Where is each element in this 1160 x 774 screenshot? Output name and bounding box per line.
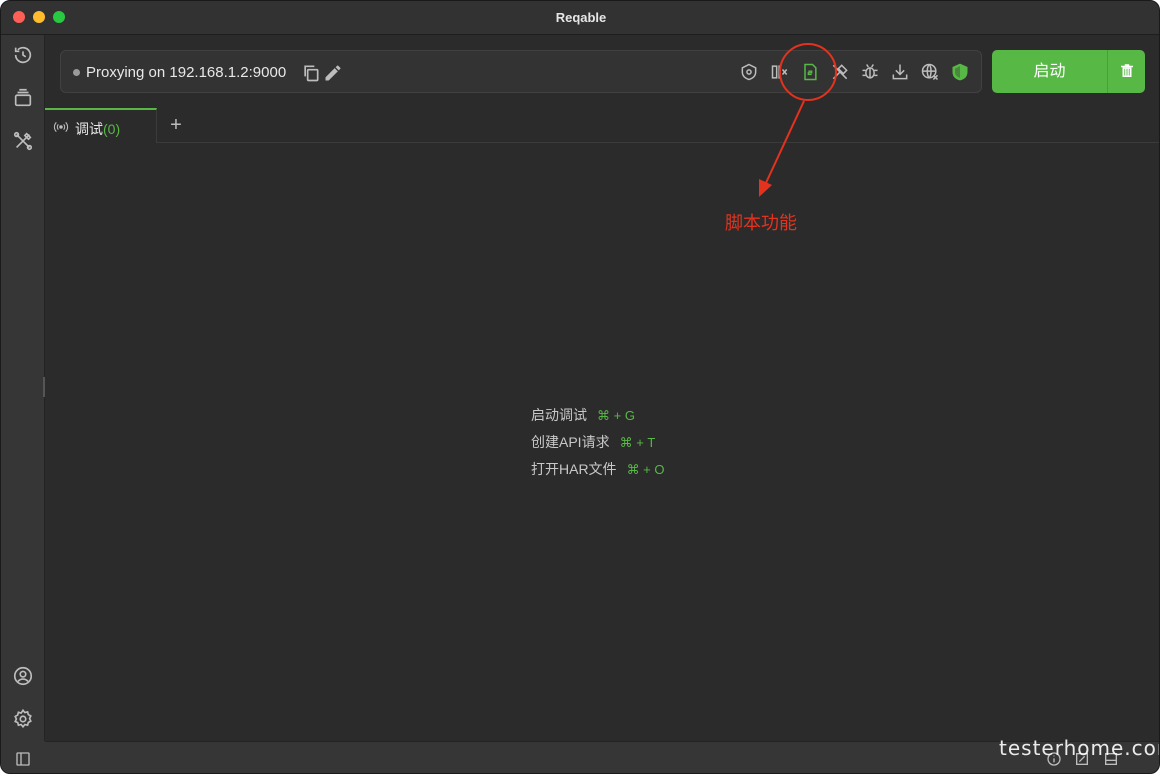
tab-label: 调试(0) [75, 121, 121, 137]
tab-debug[interactable]: 调试(0) [45, 108, 157, 143]
watermark: testerhome.com [999, 736, 1160, 760]
window-title: Reqable [555, 10, 607, 25]
edit-icon[interactable] [323, 63, 341, 81]
proxy-status-text: Proxying on 192.168.1.2:9000 [86, 64, 287, 81]
start-button[interactable]: 启动 [992, 50, 1107, 93]
tab-count: (0) [103, 121, 121, 137]
ssl-proxy-icon[interactable] [739, 62, 759, 82]
main-panel: Proxying on 192.168.1.2:9000 启动 调试(0) + … [45, 35, 1159, 741]
copy-icon[interactable] [301, 63, 319, 82]
download-icon[interactable] [890, 62, 910, 82]
settings-icon[interactable] [12, 708, 34, 730]
add-tab-button[interactable]: + [165, 111, 187, 139]
annotation-circle [779, 43, 837, 101]
shortcut-create-api-request[interactable]: 创建API请求 ⌘ + T [531, 432, 665, 459]
title-bar: Reqable [1, 1, 1159, 35]
annotation-label: 脚本功能 [725, 213, 797, 233]
secure-certificate-icon[interactable] [950, 62, 970, 82]
shortcut-open-har-file[interactable]: 打开HAR文件 ⌘ + O [531, 459, 665, 486]
shortcut-list: 启动调试 ⌘ + G 创建API请求 ⌘ + T 打开HAR文件 ⌘ + O [531, 405, 665, 486]
history-icon[interactable] [12, 44, 34, 66]
app-window: Reqable Proxying on 192.168.1.2:9000 启动 … [0, 0, 1160, 774]
trash-icon [1121, 64, 1133, 77]
sidebar [1, 35, 45, 773]
proxy-status-bar: Proxying on 192.168.1.2:9000 [60, 50, 982, 93]
proxy-status-dot [73, 69, 80, 76]
bottom-left-bar [1, 741, 45, 773]
breakpoint-icon[interactable] [860, 62, 880, 82]
account-icon[interactable] [12, 665, 34, 687]
collections-icon[interactable] [12, 87, 34, 109]
status-bar [45, 741, 1159, 773]
delete-button[interactable] [1107, 50, 1145, 93]
toggle-sidebar-icon[interactable] [15, 751, 31, 767]
broadcast-icon [53, 121, 69, 133]
network-throttle-icon[interactable] [920, 62, 940, 82]
shortcut-start-debug[interactable]: 启动调试 ⌘ + G [531, 405, 665, 432]
tab-bar: 调试(0) + [45, 108, 1159, 143]
tools-icon[interactable] [12, 130, 34, 152]
